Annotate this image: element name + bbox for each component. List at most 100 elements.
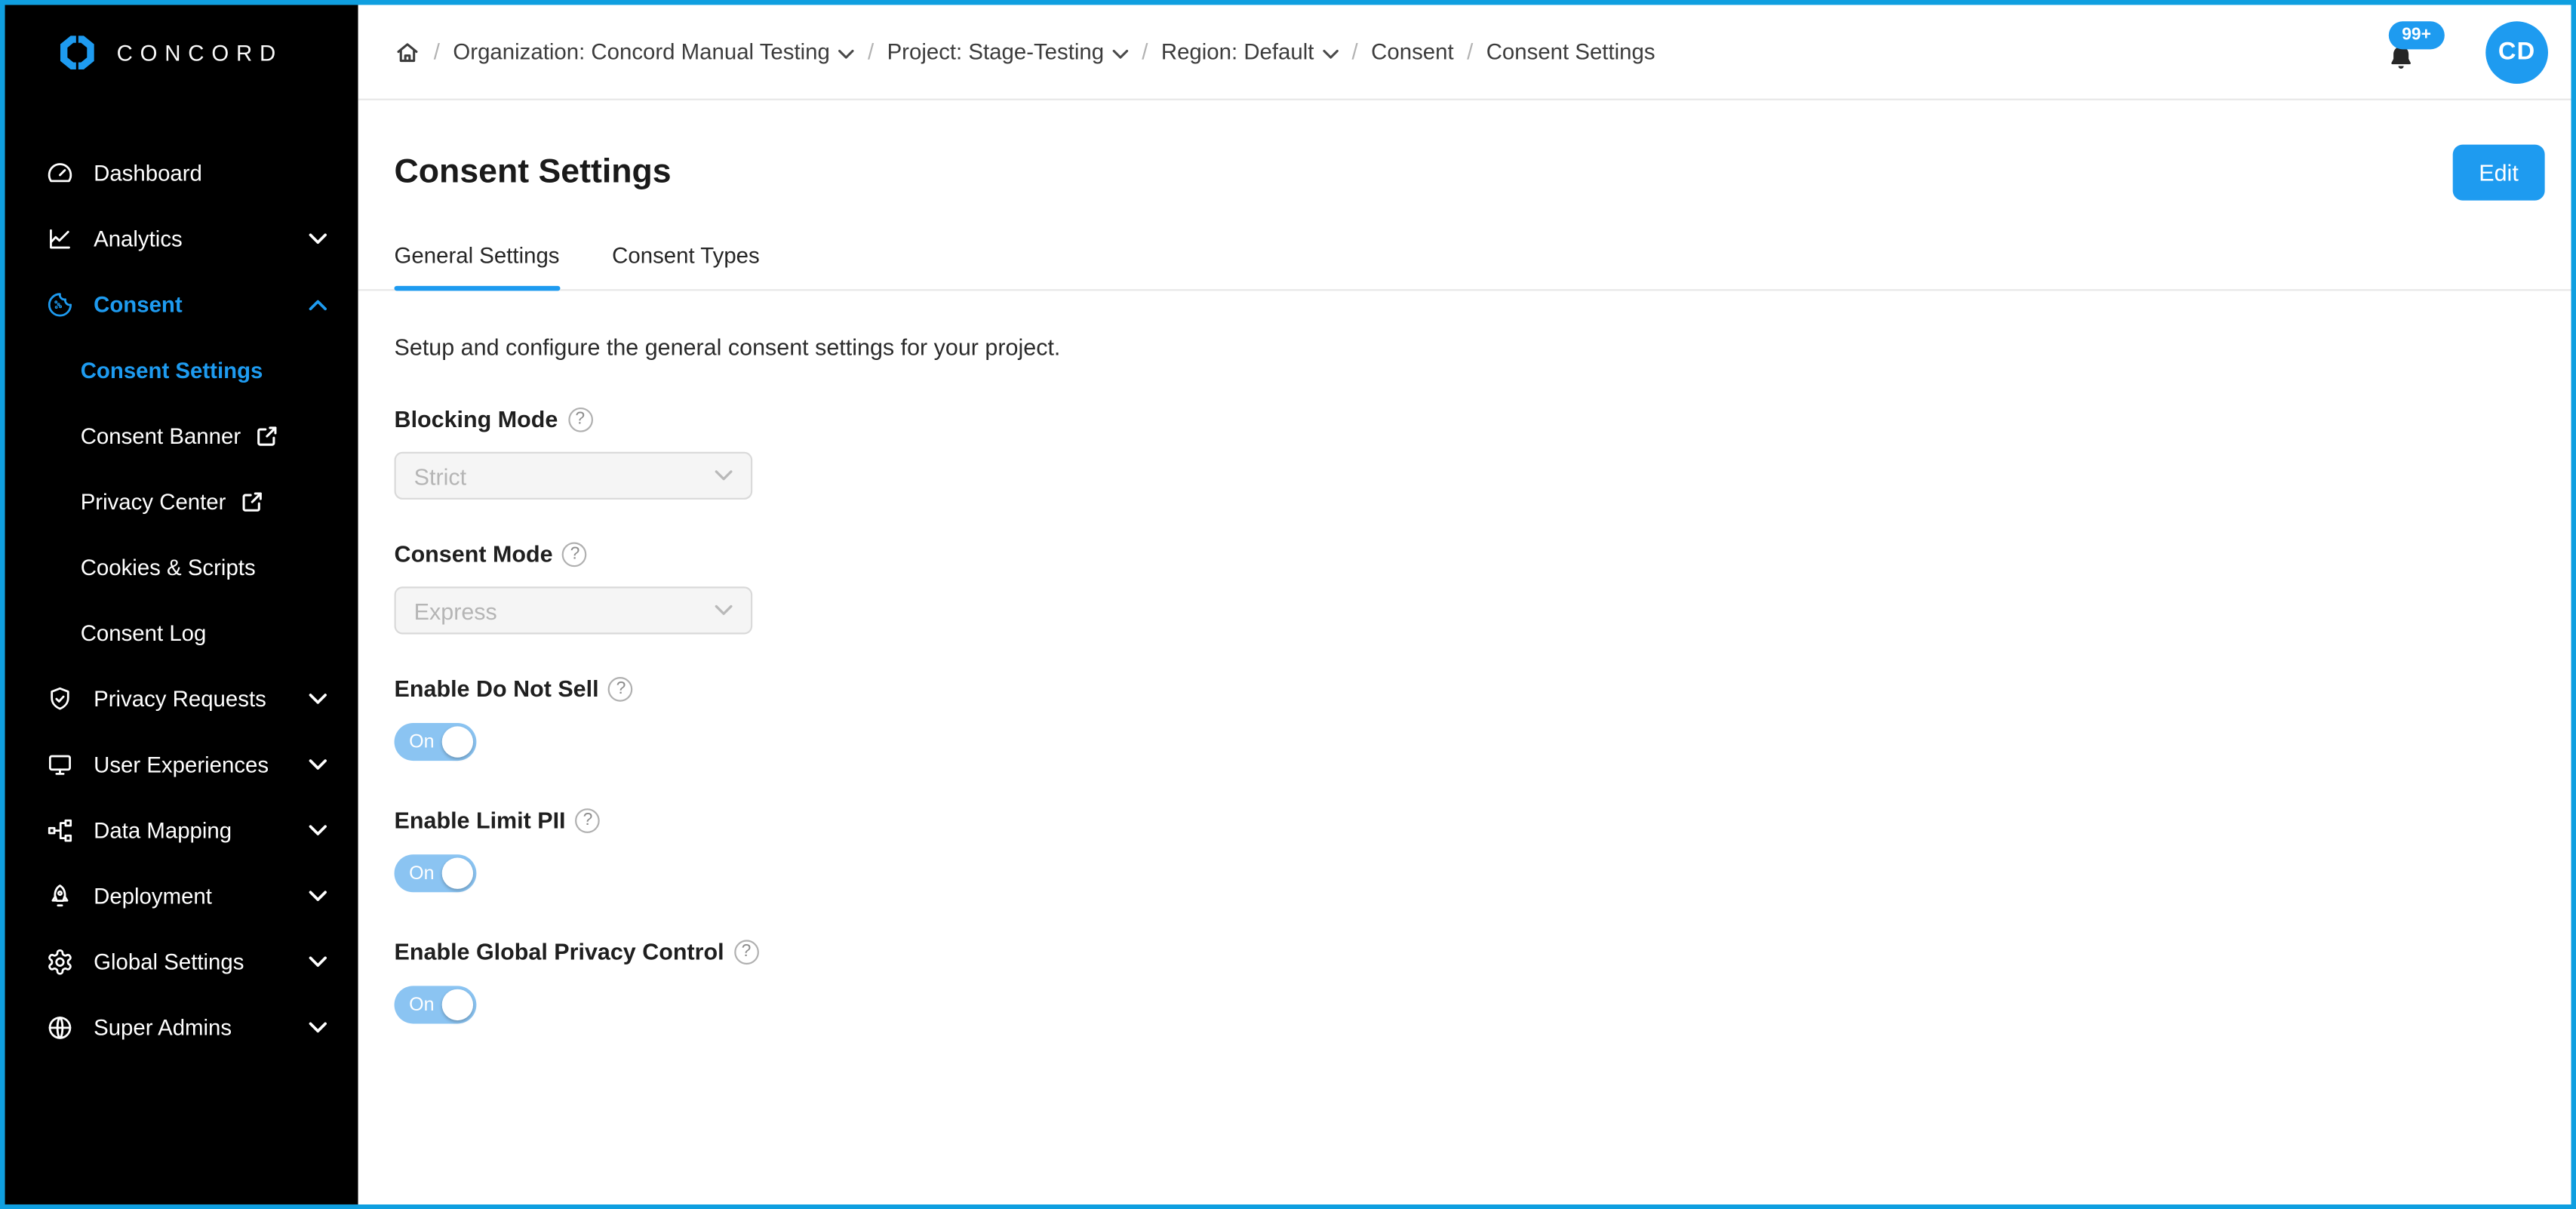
breadcrumb-separator: / xyxy=(1352,39,1358,64)
breadcrumb-consent[interactable]: Consent xyxy=(1371,39,1454,64)
sidebar-item-label: Super Admins xyxy=(94,1014,232,1039)
sidebar-item-label: User Experiences xyxy=(94,752,269,777)
breadcrumb-organization[interactable]: Organization: Concord Manual Testing xyxy=(453,39,854,64)
toggle-state-label: On xyxy=(409,995,434,1014)
help-icon[interactable] xyxy=(734,939,759,964)
tabs: General Settings Consent Types xyxy=(358,243,2571,291)
select-value: Strict xyxy=(414,463,466,489)
field-blocking-mode: Blocking Mode Strict xyxy=(395,406,2535,500)
sidebar-item-super-admins[interactable]: Super Admins xyxy=(5,994,358,1060)
field-label: Enable Do Not Sell xyxy=(395,675,2535,702)
sidebar-item-data-mapping[interactable]: Data Mapping xyxy=(5,797,358,863)
help-icon[interactable] xyxy=(576,808,601,832)
field-enable-limit-pii: Enable Limit PII On xyxy=(395,807,2535,892)
breadcrumb-separator: / xyxy=(1467,39,1473,64)
monitor-icon xyxy=(46,750,74,778)
logo[interactable]: CONCORD xyxy=(5,5,358,100)
sidebar-item-dashboard[interactable]: Dashboard xyxy=(5,140,358,205)
sidebar-item-consent[interactable]: Consent xyxy=(5,271,358,337)
help-icon[interactable] xyxy=(567,407,592,432)
caret-down-icon xyxy=(1112,45,1129,58)
sidebar-subitem-consent-log[interactable]: Consent Log xyxy=(5,600,358,666)
cookie-icon xyxy=(46,290,74,318)
chevron-down-icon xyxy=(309,824,327,835)
caret-down-icon xyxy=(838,45,855,58)
consent-mode-select[interactable]: Express xyxy=(395,586,753,634)
chevron-down-icon xyxy=(309,1021,327,1032)
sidebar-subitem-privacy-center[interactable]: Privacy Center xyxy=(5,469,358,534)
sidebar-item-user-experiences[interactable]: User Experiences xyxy=(5,731,358,797)
do-not-sell-toggle[interactable]: On xyxy=(395,723,477,761)
sidebar-item-label: Dashboard xyxy=(94,160,202,185)
toggle-knob xyxy=(442,726,473,757)
nodes-icon xyxy=(46,816,74,844)
select-value: Express xyxy=(414,597,497,623)
chevron-down-icon xyxy=(309,232,327,244)
avatar[interactable]: CD xyxy=(2485,20,2548,83)
sidebar: CONCORD Dashboard Analytics xyxy=(5,5,358,1204)
chevron-down-icon xyxy=(309,758,327,770)
blocking-mode-select[interactable]: Strict xyxy=(395,452,753,500)
page-header: Consent Settings Edit xyxy=(358,145,2571,201)
edit-button[interactable]: Edit xyxy=(2452,145,2544,201)
caret-down-icon xyxy=(715,470,733,481)
field-enable-do-not-sell: Enable Do Not Sell On xyxy=(395,675,2535,761)
chevron-down-icon xyxy=(309,693,327,704)
field-label: Enable Global Privacy Control xyxy=(395,938,2535,964)
tab-panel-general-settings: Setup and configure the general consent … xyxy=(358,291,2571,1069)
breadcrumb-region[interactable]: Region: Default xyxy=(1161,39,1339,64)
sidebar-subitem-cookies-scripts[interactable]: Cookies & Scripts xyxy=(5,534,358,600)
gear-icon xyxy=(46,947,74,975)
field-consent-mode: Consent Mode Express xyxy=(395,540,2535,634)
logo-text: CONCORD xyxy=(117,40,283,65)
sidebar-subitem-label: Consent Log xyxy=(81,620,207,645)
sidebar-item-label: Privacy Requests xyxy=(94,686,266,711)
topbar-right-cluster: 99+ CD xyxy=(2387,20,2548,83)
external-link-icon xyxy=(256,425,277,446)
app-window: CONCORD Dashboard Analytics xyxy=(0,0,2576,1209)
gauge-icon xyxy=(46,158,74,186)
sidebar-item-privacy-requests[interactable]: Privacy Requests xyxy=(5,666,358,731)
globe-icon xyxy=(46,1013,74,1041)
chevron-down-icon xyxy=(309,955,327,967)
limit-pii-toggle[interactable]: On xyxy=(395,854,477,892)
top-bar: / Organization: Concord Manual Testing /… xyxy=(358,5,2571,100)
tab-general-settings[interactable]: General Settings xyxy=(395,243,560,289)
sidebar-subitem-label: Privacy Center xyxy=(81,489,226,514)
sidebar-nav: Dashboard Analytics xyxy=(5,100,358,1060)
sidebar-item-analytics[interactable]: Analytics xyxy=(5,205,358,271)
caret-down-icon xyxy=(715,604,733,616)
sidebar-subitem-label: Cookies & Scripts xyxy=(81,555,256,580)
chevron-down-icon xyxy=(309,890,327,901)
shield-check-icon xyxy=(46,684,74,712)
sidebar-subitem-consent-settings[interactable]: Consent Settings xyxy=(5,337,358,402)
concord-logo-icon xyxy=(54,29,100,75)
sidebar-item-label: Deployment xyxy=(94,883,212,908)
sidebar-item-label: Analytics xyxy=(94,226,183,251)
home-icon[interactable] xyxy=(395,38,421,65)
field-label: Enable Limit PII xyxy=(395,807,2535,833)
field-enable-global-privacy-control: Enable Global Privacy Control On xyxy=(395,938,2535,1023)
breadcrumb-separator: / xyxy=(1142,39,1148,64)
breadcrumb-separator: / xyxy=(868,39,874,64)
sidebar-item-label: Consent xyxy=(94,291,183,316)
breadcrumb-consent-settings: Consent Settings xyxy=(1486,39,1655,64)
toggle-knob xyxy=(442,989,473,1020)
chevron-up-icon xyxy=(309,298,327,309)
rocket-icon xyxy=(46,881,74,909)
sidebar-item-global-settings[interactable]: Global Settings xyxy=(5,928,358,994)
breadcrumb-project[interactable]: Project: Stage-Testing xyxy=(887,39,1129,64)
sidebar-item-label: Global Settings xyxy=(94,949,244,974)
breadcrumb: / Organization: Concord Manual Testing /… xyxy=(395,38,1655,65)
global-privacy-control-toggle[interactable]: On xyxy=(395,986,477,1023)
sidebar-subitem-consent-banner[interactable]: Consent Banner xyxy=(5,402,358,468)
notification-badge: 99+ xyxy=(2389,20,2445,48)
sidebar-item-deployment[interactable]: Deployment xyxy=(5,863,358,928)
tab-consent-types[interactable]: Consent Types xyxy=(612,243,760,289)
help-icon[interactable] xyxy=(609,676,634,701)
help-icon[interactable] xyxy=(563,541,588,566)
page-title: Consent Settings xyxy=(395,152,672,192)
line-chart-icon xyxy=(46,224,74,252)
sidebar-subitem-label: Consent Banner xyxy=(81,423,241,448)
notifications-button[interactable]: 99+ xyxy=(2387,24,2460,80)
